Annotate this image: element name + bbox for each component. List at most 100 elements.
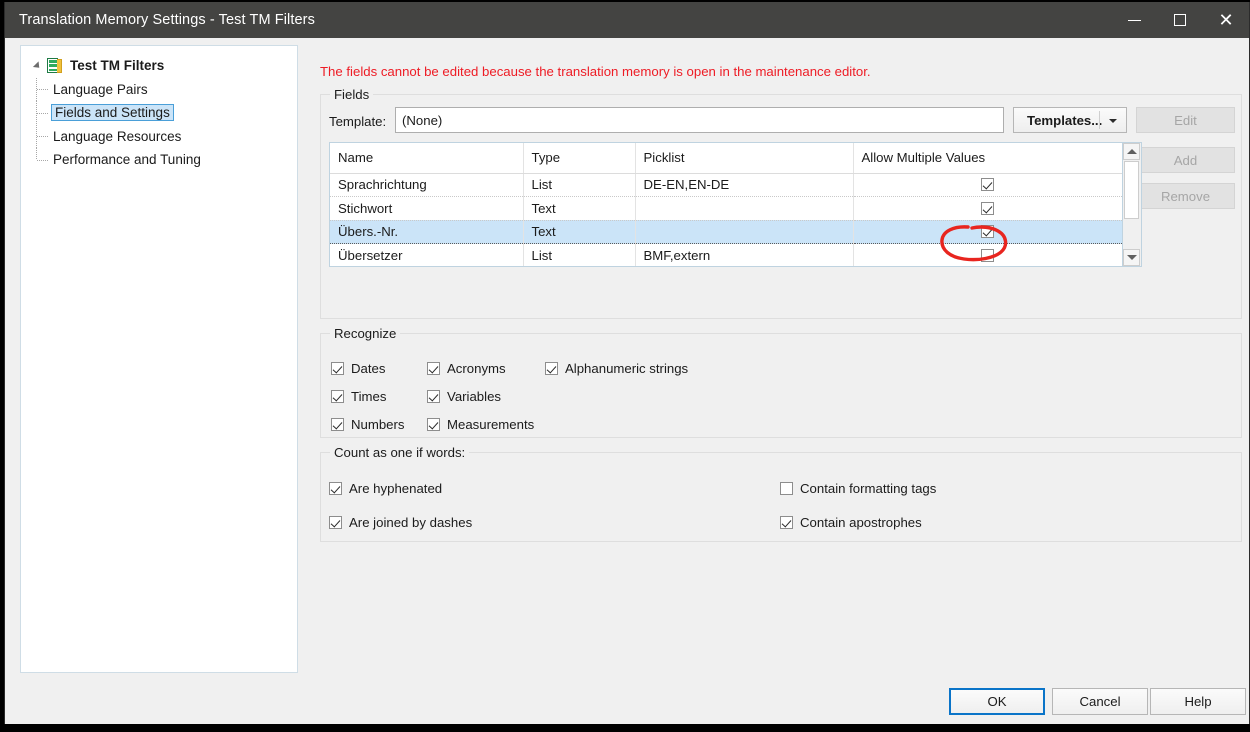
cell-type: Text [523,219,636,244]
sidebar-item-fields-and-settings[interactable]: Fields and Settings [21,101,297,125]
fields-grid-container: Name Type Picklist Allow Multiple Values… [329,142,1123,267]
checkbox-contain-formatting-tags-box[interactable] [780,482,793,495]
checkbox-measurements-box[interactable] [427,418,440,431]
checkbox-contain-apostrophes-box[interactable] [780,516,793,529]
checkbox-numbers-box[interactable] [331,418,344,431]
warning-message: The fields cannot be edited because the … [320,64,871,79]
column-header-picklist[interactable]: Picklist [635,143,854,174]
column-header-allow-multi[interactable]: Allow Multiple Values [853,143,1122,174]
template-input[interactable]: (None) [395,107,1004,133]
scroll-up-button[interactable] [1123,143,1140,160]
checkbox-are-hyphenated[interactable]: Are hyphenated [329,481,442,496]
remove-button[interactable]: Remove [1136,183,1235,209]
tree-connector-stub [37,112,48,114]
checkbox-variables-box[interactable] [427,390,440,403]
checkbox-are-hyphenated-label: Are hyphenated [349,481,443,496]
column-header-type[interactable]: Type [523,143,636,174]
dialog-client-area: Test TM Filters Language Pairs Fields an… [5,38,1249,724]
settings-tree-panel: Test TM Filters Language Pairs Fields an… [20,45,298,673]
cell-name: Übers.-Nr. [330,219,524,244]
checkbox-contain-formatting-tags-label: Contain formatting tags [800,481,937,496]
tree-connector-stub [37,136,48,138]
table-row[interactable]: Übers.-Nr. Text [330,219,1122,244]
allow-multiple-checkbox[interactable] [980,225,994,239]
maximize-button[interactable] [1157,2,1203,38]
sidebar-item-language-pairs[interactable]: Language Pairs [21,77,297,101]
count-as-one-group-legend: Count as one if words: [330,445,470,460]
table-row[interactable]: Übersetzer List BMF,extern [330,243,1122,266]
checkbox-measurements-label: Measurements [447,417,535,432]
checkbox-numbers[interactable]: Numbers [331,417,405,432]
chevron-down-icon [1109,119,1117,123]
checkbox-contain-formatting-tags[interactable]: Contain formatting tags [780,481,936,496]
checkbox-dates-box[interactable] [331,362,344,375]
help-button[interactable]: Help [1150,688,1246,715]
ok-button[interactable]: OK [949,688,1045,715]
checkbox-measurements[interactable]: Measurements [427,417,534,432]
fields-grid-scrollbar[interactable] [1123,142,1142,267]
collapse-expander-icon[interactable] [31,59,44,72]
allow-multiple-checkbox[interactable] [980,248,994,262]
close-icon: ✕ [1218,10,1234,30]
cell-picklist: BMF,extern [635,243,854,266]
checkbox-are-joined-by-dashes[interactable]: Are joined by dashes [329,515,472,530]
cell-name: Sprachrichtung [330,173,524,197]
cell-allow-multiple [853,173,1122,197]
cell-type: List [523,173,636,197]
sidebar-item-label: Language Pairs [53,81,148,97]
checkbox-times[interactable]: Times [331,389,386,404]
table-header-row: Name Type Picklist Allow Multiple Values [330,143,1122,174]
column-header-name[interactable]: Name [330,143,524,174]
recognize-group-legend: Recognize [330,326,401,341]
tree-connector-stub [37,89,48,91]
tree-item-root[interactable]: Test TM Filters [21,54,297,78]
cancel-button[interactable]: Cancel [1052,688,1148,715]
checkbox-alphanumeric-strings-label: Alphanumeric strings [565,361,689,376]
settings-dialog-window: Translation Memory Settings - Test TM Fi… [4,2,1250,724]
checkbox-alphanumeric-strings-box[interactable] [545,362,558,375]
fields-group-legend: Fields [330,87,374,102]
templates-button-label: Templates... [1027,112,1103,128]
checkbox-alphanumeric-strings[interactable]: Alphanumeric strings [545,361,688,376]
minimize-button[interactable] [1111,2,1157,38]
checkbox-times-box[interactable] [331,390,344,403]
fields-group: Fields Template: (None) Templates... Edi… [320,87,1242,319]
checkbox-acronyms-box[interactable] [427,362,440,375]
add-button[interactable]: Add [1136,147,1235,173]
table-row[interactable]: Stichwort Text [330,196,1122,221]
title-bar: Translation Memory Settings - Test TM Fi… [5,2,1249,38]
checkbox-contain-apostrophes[interactable]: Contain apostrophes [780,515,922,530]
sidebar-item-label: Fields and Settings [51,104,174,122]
sidebar-item-label: Language Resources [53,128,182,144]
settings-tree: Test TM Filters Language Pairs Fields an… [21,46,297,172]
help-button-label: Help [1184,694,1212,709]
cancel-button-label: Cancel [1079,694,1121,709]
sidebar-item-label: Performance and Tuning [53,152,201,168]
count-as-one-group: Count as one if words: Are hyphenated Ar… [320,445,1242,542]
allow-multiple-checkbox[interactable] [980,178,994,192]
sidebar-item-language-resources[interactable]: Language Resources [21,124,297,148]
templates-button-separator [1099,111,1100,129]
checkbox-variables[interactable]: Variables [427,389,501,404]
checkbox-are-joined-by-dashes-box[interactable] [329,516,342,529]
sidebar-item-performance-and-tuning[interactable]: Performance and Tuning [21,148,297,172]
checkbox-acronyms-label: Acronyms [447,361,506,376]
scroll-down-button[interactable] [1123,249,1140,266]
checkbox-dates-label: Dates [351,361,386,376]
scrollbar-thumb[interactable] [1124,161,1139,219]
checkbox-acronyms[interactable]: Acronyms [427,361,506,376]
edit-button[interactable]: Edit [1136,107,1235,133]
checkbox-dates[interactable]: Dates [331,361,385,376]
screenshot-root: Translation Memory Settings - Test TM Fi… [0,0,1250,732]
templates-button[interactable]: Templates... [1013,107,1127,133]
cell-name: Stichwort [330,196,524,221]
close-button[interactable]: ✕ [1203,2,1249,38]
settings-content-pane: The fields cannot be edited because the … [311,38,1243,724]
table-row[interactable]: Sprachrichtung List DE-EN,EN-DE [330,173,1122,197]
checkbox-are-hyphenated-box[interactable] [329,482,342,495]
cell-allow-multiple [853,196,1122,221]
checkbox-variables-label: Variables [447,389,501,404]
allow-multiple-checkbox[interactable] [980,201,994,215]
minimize-icon [1127,19,1141,21]
tree-connector-stub [37,159,48,161]
